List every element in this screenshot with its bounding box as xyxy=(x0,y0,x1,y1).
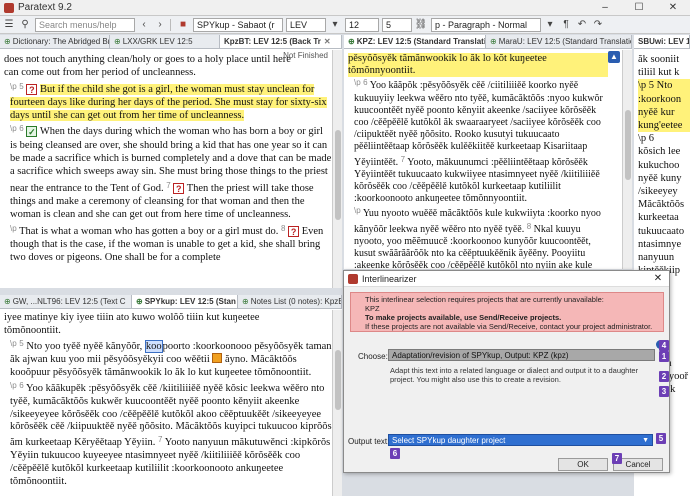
undo-icon[interactable]: ↶ xyxy=(575,18,589,32)
link-icon[interactable]: ⛓ xyxy=(414,18,428,32)
output-text-select[interactable]: Select SPYkup daughter project ▼ xyxy=(388,434,653,446)
verse-input[interactable]: 5 xyxy=(382,17,412,32)
forward-icon[interactable]: › xyxy=(153,18,167,32)
dialog-title: Interlinearizer xyxy=(362,273,417,284)
pin-icon: ⊕ xyxy=(4,37,11,46)
title-bar: Paratext 9.2 – ☐ ✕ xyxy=(0,0,690,16)
window-title: Paratext 9.2 xyxy=(18,2,72,13)
callout-badge: 6 xyxy=(390,448,400,459)
back-translation-text[interactable]: does not touch anything clean/holy or go… xyxy=(0,50,332,288)
pin-icon: ⊕ xyxy=(490,37,497,46)
kpz-tabs: ⊕ KPZ: LEV 12:5 (Standard Translation) ⊕ M… xyxy=(344,35,632,49)
back-icon[interactable]: ‹ xyxy=(137,18,151,32)
chevron-down-icon[interactable]: ▾ xyxy=(328,18,342,32)
main-toolbar: ☰ ⚲ Search menus/help ‹ › ■ SPYkup - Sab… xyxy=(0,16,690,34)
tab-lxx[interactable]: ⊕ LXX/GRK LEV 12:5 xyxy=(110,35,220,48)
pin-icon: ⊕ xyxy=(242,297,249,306)
project-selector[interactable]: SPYkup - Sabaot (r xyxy=(193,17,283,32)
kpz-text[interactable]: pěsyŏŏsyěk tămănwookik lo ăk lo kŏt kuŋe… xyxy=(344,50,622,269)
close-window-button[interactable]: ✕ xyxy=(656,2,690,13)
tab-sbuwi[interactable]: SBUwi: LEV 12:5 xyxy=(634,35,690,48)
pin-icon: ⊕ xyxy=(114,37,121,46)
spykup-pane: ⊕ GW, ...NLT96: LEV 12:5 (Text C ⊕ SPYkup:… xyxy=(0,295,342,496)
back-translation-tabs: ⊕ Dictionary: The Abridged Brow ⊕ LXX/GRK … xyxy=(0,35,342,49)
tab-gw[interactable]: ⊕ GW, ...NLT96: LEV 12:5 (Text C xyxy=(0,295,132,308)
callout-badge: 5 xyxy=(656,433,666,444)
choose-select[interactable]: Adaptation/revision of SPYkup, Output: K… xyxy=(388,349,655,361)
kpz-verse-6-paragraph: \p 6 Yoo kăăpŏk :pěsyŏŏsyěk cěě /ciitili… xyxy=(354,78,603,205)
interlinearizer-dialog: Interlinearizer ✕ This interlinear selec… xyxy=(343,270,670,473)
tab-notes-list[interactable]: ⊕ Notes List (0 notes): KpzBT xyxy=(238,295,342,308)
chapter-input[interactable]: 12 xyxy=(345,17,379,32)
dialog-title-bar: Interlinearizer ✕ xyxy=(344,271,669,287)
callout-badge: 4 xyxy=(659,340,669,351)
adapt-help-text: Adapt this text into a related language … xyxy=(390,366,639,384)
tab-marau[interactable]: ⊕ MaraU: LEV 12:5 (Standard Translation) xyxy=(486,35,632,48)
tab-kpzbt[interactable]: KpzBT: LEV 12:5 (Back Tr ✕ xyxy=(220,35,342,48)
spykup-verse-5-paragraph: \p 5 Nto yoo tyěě nyěě kănyŏŏr, koopoort… xyxy=(10,338,332,379)
vertical-scrollbar[interactable] xyxy=(332,310,342,496)
style-selector[interactable]: p - Paragraph - Normal xyxy=(431,17,541,32)
tab-spykup[interactable]: ⊕ SPYkup: LEV 12:5 (Stan xyxy=(132,295,238,308)
question-status-icon[interactable]: ? xyxy=(26,83,38,95)
maximize-button[interactable]: ☐ xyxy=(622,2,656,13)
book-selector[interactable]: LEV xyxy=(286,17,326,32)
kpz-pane: ⊕ KPZ: LEV 12:5 (Standard Translation) ⊕ M… xyxy=(344,35,632,269)
redo-icon[interactable]: ↷ xyxy=(591,18,605,32)
question-status-icon[interactable]: ? xyxy=(173,182,185,194)
callout-badge: 2 xyxy=(659,371,669,382)
spykup-text[interactable]: iyee matinye kiy iyee tiiin ato kuwo wol… xyxy=(0,310,332,496)
question-status-icon[interactable]: ? xyxy=(288,225,300,237)
tab-dictionary[interactable]: ⊕ Dictionary: The Abridged Brow xyxy=(0,35,110,48)
paratext-logo-icon xyxy=(4,2,14,13)
ok-button[interactable]: OK xyxy=(558,458,608,471)
unavailable-projects-warning: This interlinear selection requires proj… xyxy=(350,292,664,332)
kpz-verse-7b-paragraph: \p Yuu nyooto wuěěě măcăktŏŏs kule kukwi… xyxy=(354,206,601,269)
checkmark-status-icon[interactable]: ✓ xyxy=(26,126,38,138)
paratext-window: Paratext 9.2 – ☐ ✕ ☰ ⚲ Search menus/help… xyxy=(0,0,690,496)
choose-label: Choose: xyxy=(358,352,388,361)
chevron-down-icon: ▼ xyxy=(642,436,649,444)
note-flag-icon[interactable] xyxy=(212,353,223,364)
callout-badge: 1 xyxy=(659,351,669,362)
vertical-scrollbar[interactable] xyxy=(622,50,632,269)
pin-icon: ⊕ xyxy=(4,297,11,306)
search-icon[interactable]: ⚲ xyxy=(18,18,32,32)
paragraph-icon[interactable]: ¶ xyxy=(559,18,573,32)
close-tab-icon[interactable]: ✕ xyxy=(324,37,331,46)
spykup-tabs: ⊕ GW, ...NLT96: LEV 12:5 (Text C ⊕ SPYkup:… xyxy=(0,295,342,309)
callout-badge: 3 xyxy=(659,386,669,397)
selected-word[interactable]: koo xyxy=(144,339,163,353)
search-menus-input[interactable]: Search menus/help xyxy=(35,17,135,32)
paratext-logo-icon xyxy=(348,273,358,284)
back-translation-pane: ⊕ Dictionary: The Abridged Brow ⊕ LXX/GRK … xyxy=(0,35,342,288)
project-icon: ■ xyxy=(179,19,187,30)
verse-5-paragraph: \p 5 ? But if the child she got is a gir… xyxy=(10,81,327,122)
pin-icon: ⊕ xyxy=(136,297,143,306)
output-text-label: Output text: xyxy=(348,437,390,446)
spykup-verse-6-paragraph: \p 6 Yoo kăăkupěk :pěsyŏŏsyěk cěě /kiiti… xyxy=(10,380,332,487)
tab-kpz[interactable]: ⊕ KPZ: LEV 12:5 (Standard Translation) xyxy=(344,35,486,48)
verse-5-text: But if the child she got is a girl, the … xyxy=(10,83,327,122)
sbuwi-tabs: SBUwi: LEV 12:5 xyxy=(634,35,690,49)
verse-6-paragraph: \p 6 ✓ When the days during which the wo… xyxy=(10,124,332,221)
minimize-button[interactable]: – xyxy=(588,2,622,13)
close-dialog-button[interactable]: ✕ xyxy=(647,273,669,284)
vertical-scrollbar[interactable] xyxy=(332,50,342,288)
chevron-down-icon[interactable]: ▾ xyxy=(543,18,557,32)
menu-icon[interactable]: ☰ xyxy=(2,18,16,32)
pin-icon: ⊕ xyxy=(348,37,355,46)
callout-badge: 7 xyxy=(612,453,622,464)
verse-7b-paragraph: \p That is what a woman who has gotten a… xyxy=(10,223,324,264)
